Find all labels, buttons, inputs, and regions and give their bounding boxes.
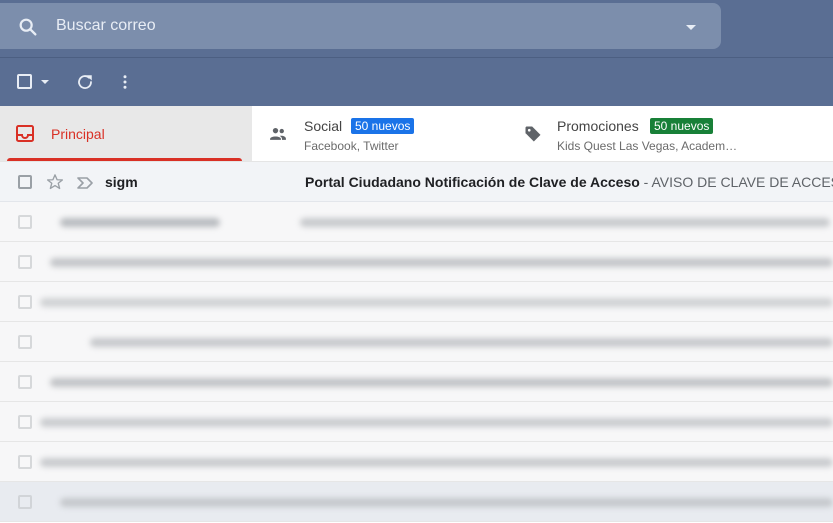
important-marker-icon[interactable] [77,177,93,189]
category-tabs: Principal Social 50 nuevos Facebook, Twi… [0,106,833,162]
top-bar [0,0,833,106]
tab-promotions-label: Promociones [557,118,639,134]
promotions-new-badge: 50 nuevos [650,118,714,134]
select-all-checkbox[interactable] [17,74,32,89]
refresh-icon[interactable] [76,73,94,91]
tab-primary-label: Principal [51,126,105,142]
tag-icon [525,126,541,142]
more-vert-icon[interactable] [116,73,134,91]
select-options-caret-icon[interactable] [41,80,49,84]
email-subject: Portal Ciudadano Notificación de Clave d… [305,174,640,190]
list-item[interactable] [0,402,833,442]
blurred-email-list [0,202,833,523]
tab-promotions[interactable]: Promociones 50 nuevos Kids Quest Las Veg… [507,106,833,161]
list-item[interactable] [0,242,833,282]
list-item[interactable] [0,362,833,402]
active-tab-indicator [7,158,242,161]
tab-social-senders: Facebook, Twitter [304,139,399,153]
tab-primary[interactable]: Principal [0,106,252,161]
search-box[interactable] [0,3,721,49]
list-item[interactable] [0,442,833,482]
row-checkbox[interactable] [18,175,32,189]
search-icon[interactable] [17,16,39,38]
tab-social-label: Social [304,118,343,134]
people-icon [270,128,286,140]
list-item[interactable] [0,202,833,242]
tab-promotions-senders: Kids Quest Las Vegas, Academ… [557,139,738,153]
divider [0,57,833,58]
tab-social[interactable]: Social 50 nuevos Facebook, Twitter [252,106,507,161]
list-item[interactable] [0,482,833,522]
search-options-caret-icon[interactable] [686,25,696,30]
table-row[interactable]: sigm Portal Ciudadano Notificación de Cl… [0,162,833,202]
email-sender: sigm [105,174,138,190]
list-item[interactable] [0,282,833,322]
inbox-icon [16,125,34,142]
email-subject-line: Portal Ciudadano Notificación de Clave d… [305,174,833,190]
star-icon[interactable] [46,173,64,191]
search-input[interactable] [56,11,656,41]
social-new-badge: 50 nuevos [351,118,415,134]
list-item[interactable] [0,322,833,362]
email-snippet: - AVISO DE CLAVE DE ACCESO [639,174,833,190]
